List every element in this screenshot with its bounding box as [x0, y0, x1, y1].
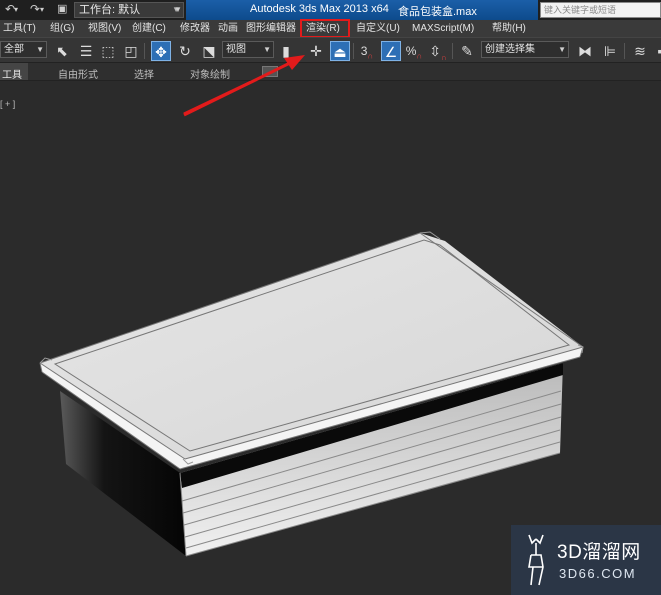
deer-logo-icon [528, 534, 544, 586]
watermark-url: 3D66.COM [559, 566, 637, 581]
watermark-title: 3D溜溜网 [557, 542, 641, 563]
annotation-arrow-head [183, 55, 305, 117]
site-watermark: 3D溜溜网 3D66.COM [511, 525, 661, 595]
viewport-scene [39, 81, 584, 557]
